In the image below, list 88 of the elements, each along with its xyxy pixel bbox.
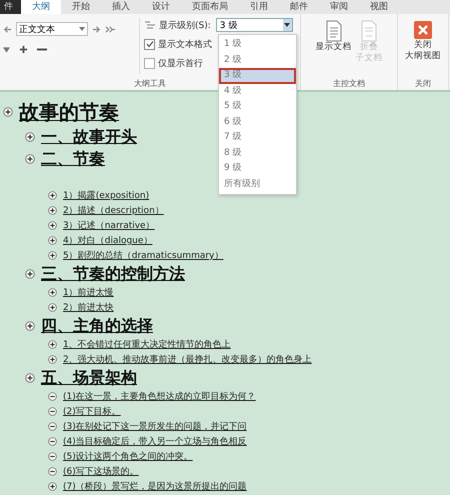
outline-item: 4）对白（dialogue） (63, 234, 152, 247)
outline-item: (1)在这一景，主要角色想达成的立即目标为何？ (63, 390, 256, 403)
document-minus-icon (360, 20, 378, 42)
group-label: 大纲工具 (134, 78, 166, 90)
ribbon-tab[interactable]: 大纲 (21, 0, 61, 14)
plus-icon[interactable] (48, 340, 57, 349)
plus-icon[interactable] (48, 236, 57, 245)
minus-icon[interactable] (48, 452, 57, 461)
outline-heading: 四、主角的选择 (41, 316, 153, 336)
minus-icon[interactable] (48, 392, 57, 401)
dropdown-option[interactable]: 6 级 (219, 114, 296, 130)
plus-icon[interactable] (48, 288, 57, 297)
style-dropdown[interactable]: 正文文本 (16, 22, 88, 36)
outline-item: (4)当目标确定后，带入另一个立场与角色相反 (63, 436, 247, 448)
caret-icon[interactable] (79, 27, 85, 31)
outline-item: 1）揭露(exposition) (63, 190, 150, 202)
outline-title: 故事的节奏 (19, 98, 119, 126)
plus-icon[interactable] (48, 355, 57, 364)
plus-icon[interactable] (48, 482, 57, 491)
checkbox-label[interactable]: 仅显示首行 (158, 56, 203, 70)
ribbon-tab[interactable]: 页面布局 (181, 0, 239, 14)
show-document-button[interactable]: 显示文档 (316, 20, 352, 78)
minus-icon[interactable] (37, 48, 47, 51)
plus-icon[interactable] (25, 373, 35, 383)
ribbon-tab[interactable]: 审阅 (319, 0, 359, 14)
dropdown-option[interactable]: 5 级 (219, 99, 296, 114)
plus-icon[interactable] (48, 206, 57, 215)
caret-icon[interactable] (284, 23, 290, 27)
close-icon (413, 20, 433, 40)
plus-icon[interactable] (48, 191, 57, 200)
dropdown-option[interactable]: 1 级 (219, 37, 296, 52)
plus-icon[interactable] (25, 269, 35, 279)
plus-icon[interactable] (48, 303, 57, 312)
ribbon-tab[interactable]: 开始 (61, 0, 101, 14)
dropdown-option[interactable]: 2 级 (219, 52, 296, 68)
outline-item: 1、不会错过任何重大决定性情节的角色上 (63, 338, 231, 351)
outline-item: 2）前进太快 (63, 302, 114, 314)
minus-icon[interactable] (48, 437, 57, 446)
outline-heading: 三、节奏的控制方法 (41, 264, 185, 284)
outline-item: (3)在别处记下这一景所发生的问题，并记下问 (63, 420, 247, 433)
plus-icon[interactable] (48, 221, 57, 230)
document-icon (324, 20, 342, 42)
outline-item: 1）前进太慢 (63, 286, 114, 299)
outline-heading: 五、场景架构 (41, 368, 137, 388)
minus-icon[interactable] (48, 407, 57, 416)
outline-item: 2）描述（description） (63, 204, 164, 217)
group-label: 关闭 (415, 78, 431, 90)
right-arrow-icon[interactable] (92, 24, 101, 34)
outline-item: (5)设计这两个角色之间的冲突。 (63, 450, 193, 463)
outline-item: (2)写下目标。 (63, 406, 121, 418)
outline-item: 3）记述（narrative） (63, 220, 155, 232)
level-combo[interactable]: 3 级 (216, 18, 293, 32)
outline-heading: 二、节奏 (41, 148, 105, 170)
plus-icon[interactable] (25, 132, 35, 142)
outline-item: (6)写下这场景的。 (63, 466, 139, 478)
ribbon-tab[interactable]: 设计 (141, 0, 181, 14)
dropdown-option[interactable]: 4 级 (219, 84, 296, 99)
down-arrow-icon[interactable] (3, 46, 10, 52)
outline-heading: 一、故事开头 (41, 126, 137, 148)
file-tab[interactable]: 件 (0, 0, 21, 14)
ribbon-tab[interactable]: 邮件 (279, 0, 319, 14)
checkbox[interactable] (144, 58, 155, 68)
ribbon-tab[interactable]: 引用 (239, 0, 279, 14)
dropdown-option[interactable]: 所有级别 (219, 176, 296, 192)
close-outline-button[interactable]: 关闭 大纲视图 (405, 20, 441, 78)
plus-icon[interactable] (25, 321, 35, 331)
dropdown-option[interactable]: 9 级 (219, 161, 296, 176)
plus-icon[interactable] (19, 45, 28, 54)
dropdown-option[interactable]: 8 级 (219, 146, 296, 161)
checkbox-label[interactable]: 显示文本格式 (158, 38, 212, 50)
ribbon-tab[interactable]: 插入 (101, 0, 141, 14)
plus-icon[interactable] (3, 107, 13, 117)
plus-icon[interactable] (48, 251, 57, 260)
outline-item: 2、强大动机、推动故事前进（最挣扎、改变最多）的角色身上 (63, 354, 312, 366)
minus-icon[interactable] (48, 422, 57, 431)
ribbon-tab[interactable]: 视图 (359, 0, 399, 14)
checkbox[interactable] (144, 38, 155, 50)
double-right-arrow-icon[interactable] (105, 24, 116, 34)
show-level-label: 显示级别(S): (159, 20, 211, 32)
dropdown-option[interactable]: 7 级 (219, 130, 296, 146)
group-label: 主控文档 (333, 78, 365, 90)
dropdown-arrow-button[interactable] (282, 19, 292, 31)
outline-item: 5）剧烈的总结（dramaticsummary） (63, 250, 224, 262)
outline-item: (7)（桥段）景写烂，是因为这景所提出的问题 (63, 480, 247, 493)
outline-level-icon (144, 20, 156, 30)
left-arrow-icon[interactable] (3, 24, 12, 34)
minus-icon[interactable] (48, 467, 57, 476)
plus-icon[interactable] (25, 154, 35, 164)
